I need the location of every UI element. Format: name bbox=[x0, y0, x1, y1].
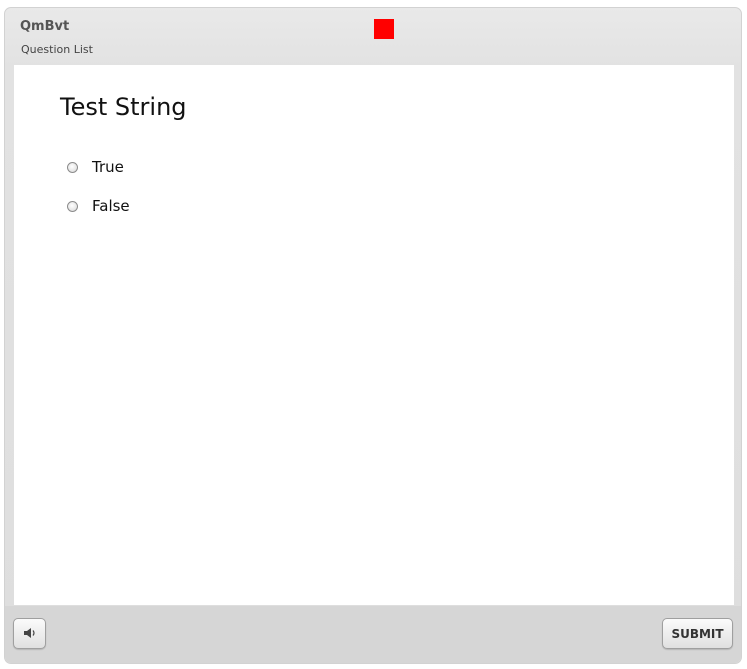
quiz-window: QmBvt Question List Test String True Fal… bbox=[4, 7, 742, 664]
question-list-link[interactable]: Question List bbox=[21, 43, 93, 56]
option-true[interactable]: True bbox=[67, 158, 124, 176]
radio-false[interactable] bbox=[67, 200, 78, 212]
red-flag-marker bbox=[374, 19, 394, 39]
question-panel: Test String True False bbox=[14, 65, 734, 605]
quiz-title: QmBvt bbox=[20, 19, 70, 34]
submit-button[interactable]: SUBMIT bbox=[662, 618, 733, 649]
footer-bar: SUBMIT bbox=[5, 606, 741, 663]
radio-true[interactable] bbox=[67, 161, 78, 173]
audio-button[interactable] bbox=[13, 618, 46, 649]
option-label[interactable]: False bbox=[92, 197, 130, 215]
speaker-icon bbox=[23, 624, 37, 643]
question-text: Test String bbox=[60, 93, 187, 121]
option-false[interactable]: False bbox=[67, 197, 130, 215]
option-label[interactable]: True bbox=[92, 158, 124, 176]
